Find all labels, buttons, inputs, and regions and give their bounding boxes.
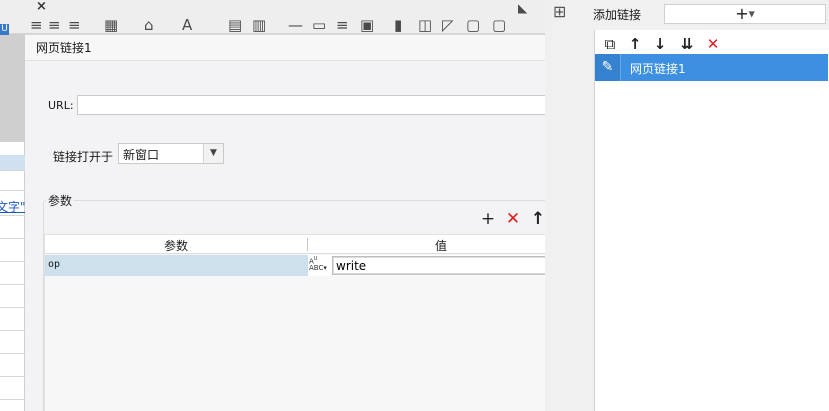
param-name-cell[interactable]: op [45, 255, 308, 276]
gridline [0, 399, 25, 400]
params-legend: 参数 [46, 192, 75, 209]
delete-icon[interactable]: ✕ [504, 209, 522, 229]
frame-icon[interactable]: ◸ [442, 18, 454, 33]
link-list-panel: ⊞ 添加链接 +▼ ⧉ ↑ ↓ ⇊ ✕ ✎ 网页链接1 [545, 0, 829, 411]
delete-icon[interactable]: ✕ [703, 34, 723, 54]
sheet-selected-row [0, 155, 25, 170]
add-link-label: 添加链接 [593, 8, 642, 22]
gridline [0, 330, 25, 331]
column-divider[interactable] [307, 238, 308, 251]
align-left-icon[interactable]: ≡ [30, 18, 43, 33]
align-center-icon[interactable]: ≡ [48, 18, 61, 33]
param-name: op [48, 259, 61, 270]
list-icon[interactable]: ▢ [492, 18, 506, 33]
u-badge[interactable]: U [0, 24, 9, 35]
edit-icon[interactable]: ✎ [595, 54, 621, 81]
gridline [0, 284, 25, 285]
paint-icon[interactable]: ⌂ [144, 18, 154, 33]
layout-icon[interactable]: ⊞ [553, 2, 566, 21]
gridline [0, 215, 25, 216]
copy-icon[interactable]: ⧉ [600, 34, 620, 54]
column-header-value[interactable]: 值 [435, 237, 447, 254]
table-row[interactable]: op AU ABC▾ [45, 255, 573, 276]
add-link-button[interactable]: +▼ [664, 4, 826, 24]
sheet-cell-text: 文字" [0, 200, 26, 214]
gridline [0, 353, 25, 354]
close-tab-icon[interactable]: × [36, 0, 47, 14]
url-input[interactable] [77, 95, 569, 115]
insert-row-icon[interactable]: ▤ [228, 18, 242, 33]
align-right-icon[interactable]: ≡ [68, 18, 81, 33]
gridline [0, 238, 25, 239]
column-header-name[interactable]: 参数 [164, 237, 188, 254]
open-in-label: 链接打开于 [53, 150, 114, 164]
format-icon[interactable]: ▭ [312, 18, 326, 33]
url-label: URL: [48, 99, 74, 112]
dialog-title: 网页链接1 [36, 41, 92, 55]
link-item-label: 网页链接1 [630, 62, 686, 76]
insert-col-icon[interactable]: ▥ [252, 18, 266, 33]
chevron-down-icon[interactable]: ▼ [203, 144, 223, 163]
gridline [0, 170, 25, 171]
chart-icon[interactable]: ≡ [336, 18, 349, 33]
gridline [0, 376, 25, 377]
dialog-header: 网页链接1 [25, 35, 594, 61]
formula-icon[interactable]: ◫ [418, 18, 432, 33]
open-in-value: 新窗口 [123, 148, 160, 162]
gridline [0, 307, 25, 308]
string-type-icon[interactable]: AU ABC▾ [309, 256, 329, 275]
open-in-select[interactable]: 新窗口 ▼ [118, 143, 224, 164]
params-table: 参数 值 op AU ABC▾ [44, 234, 574, 411]
chevron-down-icon: ▼ [748, 9, 755, 19]
gridline [0, 261, 25, 262]
image-icon[interactable]: ▣ [360, 18, 374, 33]
background-toolbar: ≡ ≡ ≡ ▦ ⌂ A ▤ ▥ — ▭ ≡ ▣ ▮ ◫ ◸ ▢ ▢ ◣ [0, 0, 545, 34]
dropdown-icon[interactable]: ▢ [466, 18, 480, 33]
move-down-icon[interactable]: ↓ [650, 34, 670, 54]
move-up-icon[interactable]: ↑ [625, 34, 645, 54]
link-list: ⧉ ↑ ↓ ⇊ ✕ ✎ 网页链接1 [594, 30, 829, 411]
param-value-input[interactable] [332, 256, 573, 275]
shape-icon[interactable]: ▮ [394, 18, 402, 33]
sort-icon[interactable]: ⇊ [677, 34, 697, 54]
gridline [0, 190, 25, 191]
add-icon: + [735, 4, 749, 23]
table-header: 参数 值 [45, 235, 573, 254]
sheet-header-area [0, 34, 25, 142]
panel-pin-icon[interactable]: ◣ [518, 1, 527, 15]
table-icon[interactable]: ▦ [104, 18, 118, 33]
font-color-icon[interactable]: A [182, 18, 192, 33]
list-item[interactable]: ✎ 网页链接1 [595, 54, 828, 81]
border-icon[interactable]: — [288, 18, 303, 33]
hyperlink-dialog: 网页链接1 URL: 链接打开于 新窗口 ▼ 参数 + ✕ ↑ ↓ 参数 值 o… [25, 34, 594, 411]
add-icon[interactable]: + [479, 209, 497, 229]
